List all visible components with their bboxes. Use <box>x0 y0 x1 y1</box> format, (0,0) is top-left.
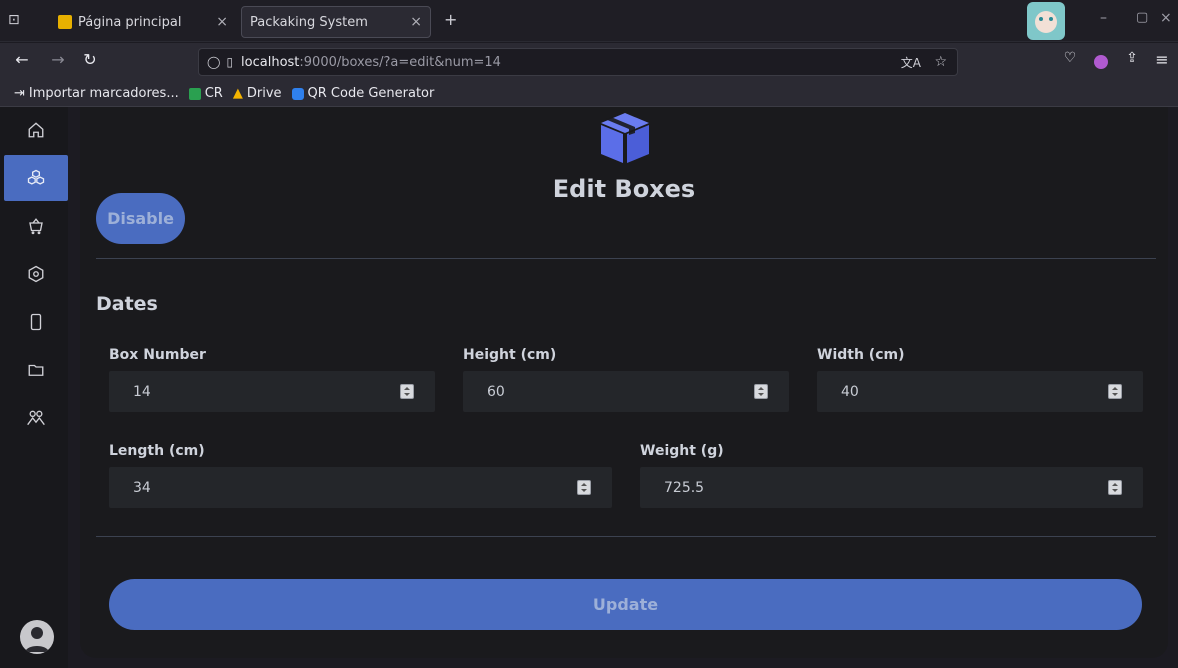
box-number-label: Box Number <box>109 347 206 363</box>
height-field[interactable]: 60 <box>463 371 789 412</box>
bookmark-label: Drive <box>246 86 282 101</box>
new-tab-button[interactable]: + <box>444 10 457 29</box>
cr-icon <box>188 87 201 100</box>
sidebar-item-parts[interactable] <box>4 251 68 297</box>
share-icon[interactable]: ⇪ <box>1122 50 1142 66</box>
main-content: Edit Boxes Disable Dates Box Number 14 H… <box>80 107 1168 658</box>
box-number-field[interactable]: 14 <box>109 371 435 412</box>
sidebar-item-users[interactable] <box>4 395 68 441</box>
bookmark-label: Importar marcadores... <box>28 86 179 101</box>
page-title: Edit Boxes <box>552 175 696 203</box>
reload-icon[interactable]: ↻ <box>80 50 100 69</box>
sidebar-item-files[interactable] <box>4 347 68 393</box>
page-icon: ▯ <box>226 55 234 69</box>
weight-field[interactable]: 725.5 <box>640 467 1143 508</box>
browser-nav-bar: ← → ↻ ◯ ▯ localhost:9000/boxes/?a=edit&n… <box>0 43 1178 81</box>
length-value: 34 <box>133 479 151 496</box>
tab-list-icon[interactable]: ⊡ <box>8 12 20 28</box>
tab-label: Packaking System <box>250 14 368 30</box>
folder-icon <box>28 364 44 376</box>
bookmark-importar[interactable]: ⇥ Importar marcadores... <box>14 86 179 101</box>
qr-icon <box>291 87 304 100</box>
user-avatar-icon <box>25 627 49 652</box>
profile-avatar[interactable] <box>1027 2 1065 40</box>
shield-icon: ◯ <box>207 55 221 69</box>
bookmark-cr[interactable]: CR <box>188 86 223 101</box>
browser-tab-bar: ⊡ Página principal × Packaking System × … <box>0 0 1178 42</box>
update-button[interactable]: Update <box>109 579 1142 630</box>
hexagon-icon <box>28 265 44 283</box>
pocket-icon[interactable]: ♡ <box>1060 50 1080 66</box>
bookmarks-bar: ⇥ Importar marcadores... CR ▲ Drive QR Cod… <box>0 81 1178 107</box>
sidebar-item-cart[interactable] <box>4 203 68 249</box>
url-path: :9000/boxes/?a=edit&num=14 <box>299 54 501 70</box>
translate-icon[interactable]: 文A <box>901 54 921 71</box>
menu-icon[interactable]: ≡ <box>1152 50 1172 69</box>
height-label: Height (cm) <box>463 347 557 363</box>
weight-value: 725.5 <box>664 479 705 496</box>
box-number-value: 14 <box>133 383 151 400</box>
bookmark-qr[interactable]: QR Code Generator <box>291 86 435 101</box>
close-tab-icon[interactable]: × <box>216 14 228 30</box>
url-bar[interactable]: ◯ ▯ localhost:9000/boxes/?a=edit&num=14 … <box>198 48 958 76</box>
divider <box>96 536 1156 537</box>
sidebar-item-home[interactable] <box>4 107 68 153</box>
phone-icon <box>30 313 42 331</box>
tab-label: Página principal <box>78 14 182 30</box>
tab-packaking-system[interactable]: Packaking System × <box>241 6 431 38</box>
box-icon <box>601 113 649 163</box>
weight-label: Weight (g) <box>640 443 724 459</box>
section-title: Dates <box>96 293 158 315</box>
length-label: Length (cm) <box>109 443 205 459</box>
back-icon[interactable]: ← <box>12 50 32 69</box>
cart-icon <box>29 218 43 235</box>
extension-icon[interactable] <box>1094 55 1108 69</box>
favicon-icon <box>58 15 72 29</box>
tab-pagina-principal[interactable]: Página principal × <box>50 6 236 38</box>
maximize-icon[interactable]: ▢ <box>1136 10 1148 25</box>
forward-icon[interactable]: → <box>48 50 68 69</box>
bookmark-label: CR <box>204 86 223 101</box>
star-icon[interactable]: ☆ <box>934 54 947 70</box>
minimize-icon[interactable]: – <box>1100 10 1107 26</box>
boxes-icon <box>27 169 45 185</box>
width-field[interactable]: 40 <box>817 371 1143 412</box>
close-tab-icon[interactable]: × <box>410 14 422 30</box>
spinner-icon[interactable] <box>400 384 414 399</box>
url-host: localhost <box>241 54 300 70</box>
home-icon <box>28 122 44 138</box>
spinner-icon[interactable] <box>1108 384 1122 399</box>
sidebar-item-devices[interactable] <box>4 299 68 345</box>
app-sidebar <box>0 107 68 668</box>
spinner-icon[interactable] <box>577 480 591 495</box>
bookmark-label: QR Code Generator <box>307 86 435 101</box>
height-value: 60 <box>487 383 505 400</box>
spinner-icon[interactable] <box>754 384 768 399</box>
close-window-icon[interactable]: × <box>1160 10 1172 26</box>
user-avatar[interactable] <box>20 620 54 654</box>
bookmark-drive[interactable]: ▲ Drive <box>233 86 282 101</box>
drive-icon: ▲ <box>232 86 243 101</box>
length-field[interactable]: 34 <box>109 467 612 508</box>
spinner-icon[interactable] <box>1108 480 1122 495</box>
width-label: Width (cm) <box>817 347 905 363</box>
divider <box>96 258 1156 259</box>
users-icon <box>27 410 45 426</box>
disable-button[interactable]: Disable <box>96 193 185 244</box>
sidebar-item-boxes[interactable] <box>4 155 68 201</box>
width-value: 40 <box>841 383 859 400</box>
import-icon: ⇥ <box>14 86 25 101</box>
